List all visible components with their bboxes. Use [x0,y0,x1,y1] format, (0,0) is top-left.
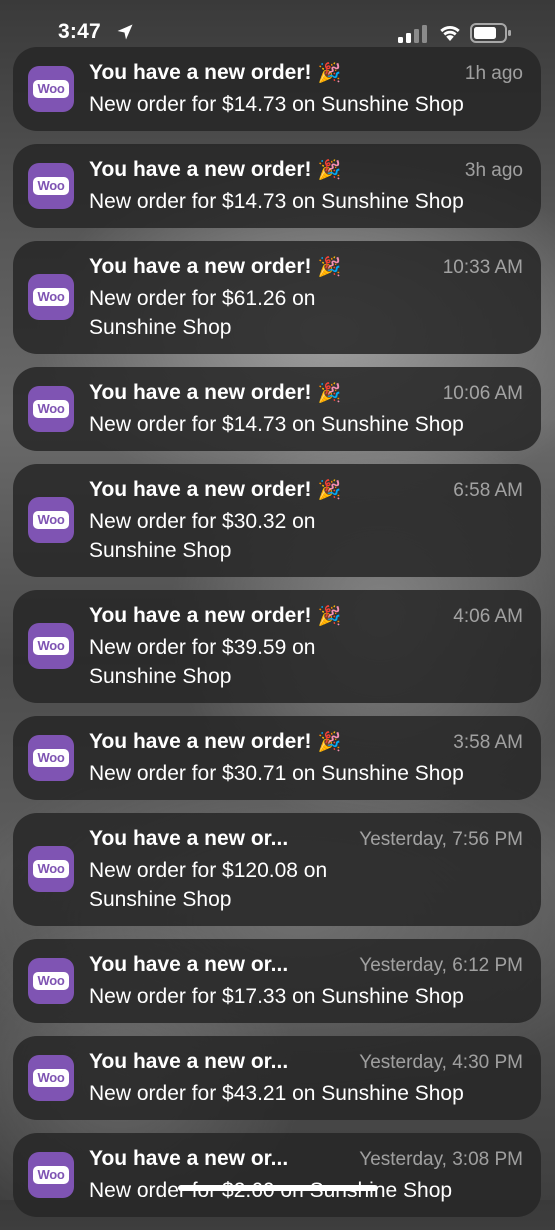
party-popper-icon: 🎉 [317,480,342,501]
party-popper-icon: 🎉 [317,160,342,181]
app-badge-text: Woo [33,860,69,878]
woocommerce-app-icon: Woo [28,623,74,669]
notification-card[interactable]: Woo You have a new order! 🎉 10:06 AM New … [13,367,541,451]
woocommerce-app-icon: Woo [28,497,74,543]
wifi-icon [440,25,460,41]
notification-body: New order for $17.33 on Sunshine Shop [89,985,464,1008]
notification-title: You have a new order! 🎉 [89,478,342,501]
notification-body: New order for $120.08 on Sunshine Shop [89,859,328,911]
status-time: 3:47 [58,20,101,43]
notification-list: Woo You have a new order! 🎉 1h ago New or… [13,47,541,1230]
notification-title: You have a new order! 🎉 [89,730,342,753]
app-badge-text: Woo [33,177,69,195]
notification-body: New order for $30.32 on Sunshine Shop [89,510,316,562]
party-popper-icon: 🎉 [317,383,342,404]
notification-title: You have a new or... [89,953,289,976]
notification-card[interactable]: Woo You have a new order! 🎉 1h ago New or… [13,47,541,131]
notification-title: You have a new order! 🎉 [89,158,342,181]
notification-time: Yesterday, 3:08 PM [359,1149,523,1170]
notification-time: Yesterday, 6:12 PM [359,955,523,976]
notification-time: 3:58 AM [453,732,523,753]
woocommerce-app-icon: Woo [28,958,74,1004]
woocommerce-app-icon: Woo [28,846,74,892]
notification-time: 4:06 AM [453,606,523,627]
notification-title: You have a new order! 🎉 [89,255,342,278]
notification-time: 1h ago [464,63,523,84]
home-indicator[interactable] [178,1185,378,1191]
party-popper-icon: 🎉 [317,257,342,278]
woocommerce-app-icon: Woo [28,1152,74,1198]
notification-card[interactable]: Woo You have a new or... Yesterday, 7:56… [13,813,541,926]
notification-title: You have a new order! 🎉 [89,61,342,84]
party-popper-icon: 🎉 [317,63,342,84]
app-badge-text: Woo [33,400,69,418]
app-badge-text: Woo [33,1166,69,1184]
notification-title: You have a new order! 🎉 [89,381,342,404]
woocommerce-app-icon: Woo [28,274,74,320]
notification-body: New order for $14.73 on Sunshine Shop [89,413,464,436]
notification-card[interactable]: Woo You have a new or... Yesterday, 6:12… [13,939,541,1023]
notification-time: 3h ago [464,160,523,181]
notification-title: You have a new or... [89,1147,289,1170]
notification-card[interactable]: Woo You have a new order! 🎉 3h ago New or… [13,144,541,228]
location-arrow-icon [117,24,133,40]
woocommerce-app-icon: Woo [28,386,74,432]
app-badge-text: Woo [33,288,69,306]
notification-body: New order for $39.59 on Sunshine Shop [89,636,316,688]
app-badge-text: Woo [33,1069,69,1087]
party-popper-icon: 🎉 [317,606,342,627]
notification-title: You have a new order! 🎉 [89,604,342,627]
notification-title: You have a new or... [89,1050,289,1073]
notification-card[interactable]: Woo You have a new order! 🎉 3:58 AM New o… [13,716,541,800]
notification-body: New order for $14.73 on Sunshine Shop [89,190,464,213]
notification-card[interactable]: Woo You have a new order! 🎉 4:06 AM New o… [13,590,541,703]
notification-body: New order for $61.26 on Sunshine Shop [89,287,316,339]
notification-title: You have a new or... [89,827,289,850]
notification-card[interactable]: Woo You have a new order! 🎉 10:33 AM New … [13,241,541,354]
notification-time: Yesterday, 7:56 PM [359,829,523,850]
notification-time: 6:58 AM [453,480,523,501]
app-badge-text: Woo [33,972,69,990]
notification-body: New order for $14.73 on Sunshine Shop [89,93,464,116]
woocommerce-app-icon: Woo [28,66,74,112]
battery-icon [470,23,511,43]
app-badge-text: Woo [33,80,69,98]
woocommerce-app-icon: Woo [28,735,74,781]
woocommerce-app-icon: Woo [28,163,74,209]
notification-body: New order for $30.71 on Sunshine Shop [89,762,464,785]
app-badge-text: Woo [33,749,69,767]
notification-card[interactable]: Woo You have a new or... Yesterday, 4:30… [13,1036,541,1120]
notification-body: New order for $43.21 on Sunshine Shop [89,1082,464,1105]
woocommerce-app-icon: Woo [28,1055,74,1101]
cellular-signal-icon [398,25,427,43]
party-popper-icon: 🎉 [317,732,342,753]
notification-card[interactable]: Woo You have a new or... Yesterday, 3:08… [13,1133,541,1217]
app-badge-text: Woo [33,637,69,655]
notification-card[interactable]: Woo You have a new order! 🎉 6:58 AM New o… [13,464,541,577]
notification-time: Yesterday, 4:30 PM [359,1052,523,1073]
app-badge-text: Woo [33,511,69,529]
notification-time: 10:06 AM [442,383,523,404]
notification-time: 10:33 AM [442,257,523,278]
